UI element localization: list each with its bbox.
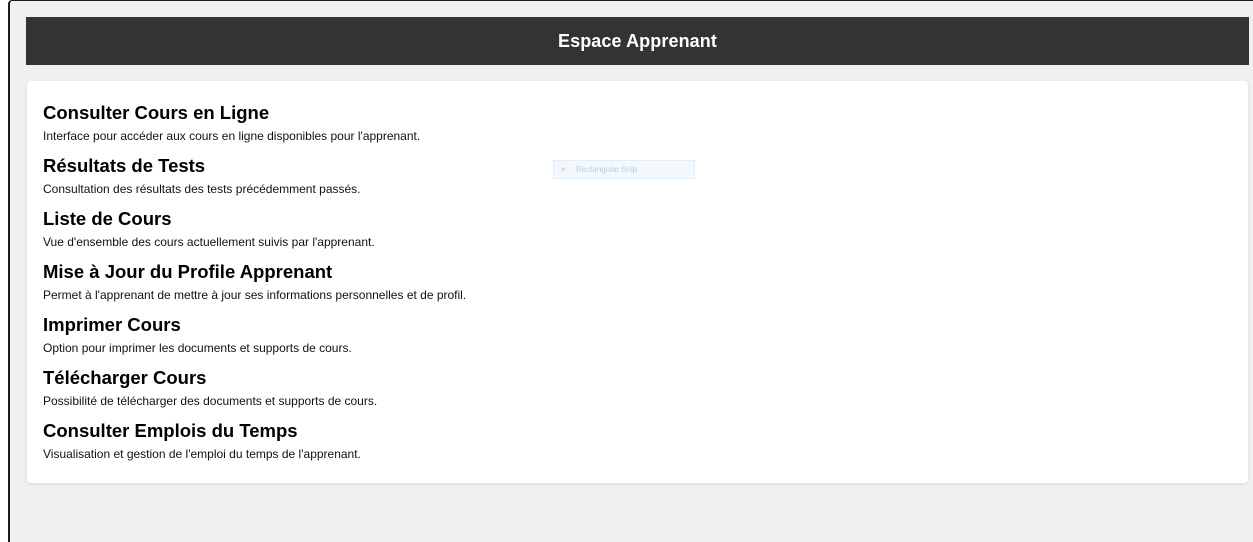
feature-description: Consultation des résultats des tests pré… [43, 182, 361, 196]
feature-description: Interface pour accéder aux cours en lign… [43, 129, 421, 143]
feature-update-profile[interactable]: Mise à Jour du Profile Apprenant Permet … [43, 260, 466, 313]
snip-label: Rectangular Snip [575, 165, 638, 174]
feature-title: Imprimer Cours [43, 314, 181, 335]
app-header: Espace Apprenant [26, 17, 1249, 65]
feature-description: Possibilité de télécharger des documents… [43, 394, 378, 408]
feature-panel: Consulter Cours en Ligne Interface pour … [27, 81, 1248, 483]
close-icon[interactable]: ✕ [560, 166, 566, 174]
feature-description: Permet à l'apprenant de mettre à jour se… [43, 288, 467, 302]
snip-tooltip: ✕ Rectangular Snip [553, 160, 695, 179]
feature-title: Mise à Jour du Profile Apprenant [43, 261, 333, 282]
feature-consult-online-courses[interactable]: Consulter Cours en Ligne Interface pour … [43, 101, 466, 154]
feature-title: Résultats de Tests [43, 155, 206, 176]
feature-title: Télécharger Cours [43, 367, 207, 388]
feature-description: Option pour imprimer les documents et su… [43, 341, 352, 355]
feature-title: Consulter Cours en Ligne [43, 102, 270, 123]
feature-title: Consulter Emplois du Temps [43, 420, 298, 441]
feature-course-list[interactable]: Liste de Cours Vue d'ensemble des cours … [43, 207, 466, 260]
feature-title: Liste de Cours [43, 208, 172, 229]
page-title: Espace Apprenant [558, 30, 717, 51]
feature-description: Visualisation et gestion de l'emploi du … [43, 447, 361, 461]
feature-download-courses[interactable]: Télécharger Cours Possibilité de télécha… [43, 366, 466, 419]
feature-description: Vue d'ensemble des cours actuellement su… [43, 235, 375, 249]
feature-list: Consulter Cours en Ligne Interface pour … [43, 101, 466, 472]
feature-schedule[interactable]: Consulter Emplois du Temps Visualisation… [43, 419, 466, 472]
feature-print-courses[interactable]: Imprimer Cours Option pour imprimer les … [43, 313, 466, 366]
feature-test-results[interactable]: Résultats de Tests Consultation des résu… [43, 154, 466, 207]
